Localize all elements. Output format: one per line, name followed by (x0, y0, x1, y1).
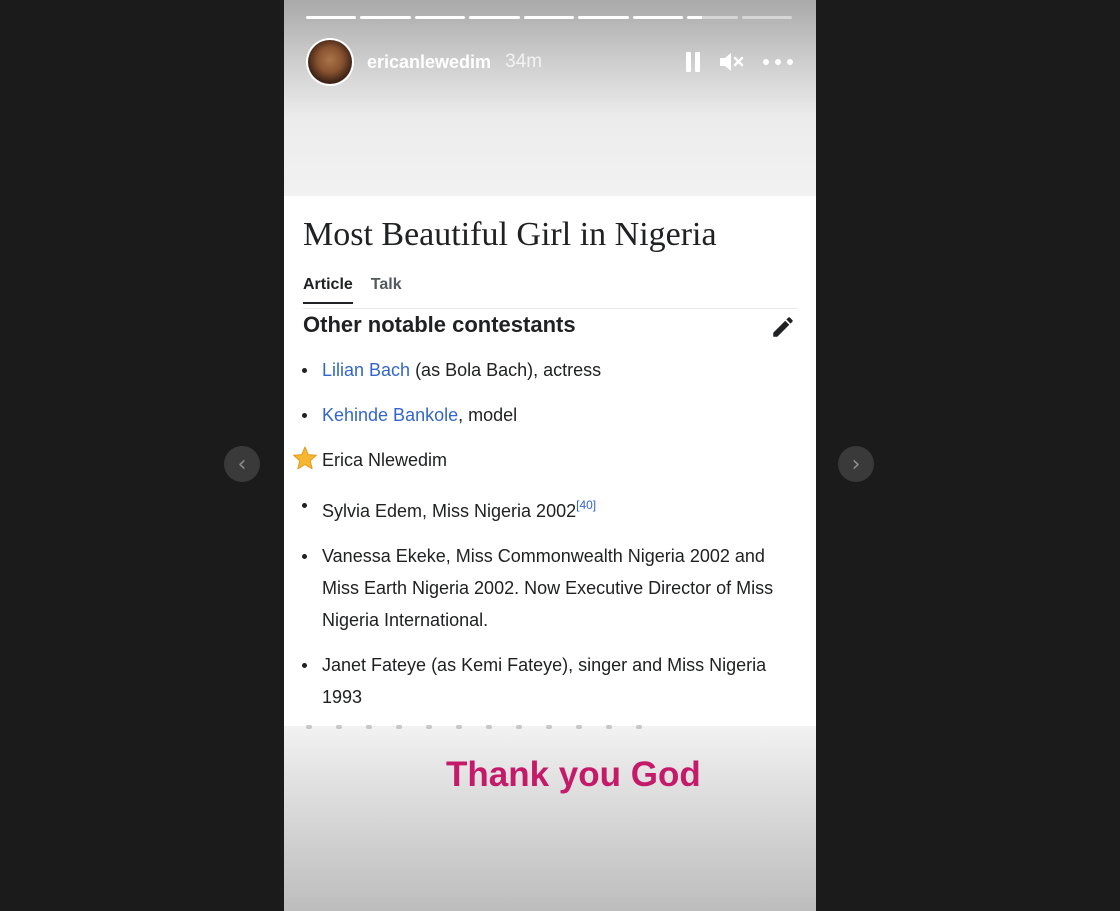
story-caption: Thank you God (446, 755, 701, 794)
progress-segment (578, 16, 629, 19)
username[interactable]: ericanlewedim (367, 52, 491, 73)
list-item: Lilian Bach (as Bola Bach), actress (302, 354, 786, 386)
progress-segment (632, 16, 684, 19)
progress-segment (741, 16, 792, 19)
pencil-icon[interactable] (770, 314, 796, 340)
post-time: 34m (505, 51, 543, 72)
item-text: , model (458, 405, 518, 425)
link-kehinde-bankole[interactable]: Kehinde Bankole (322, 405, 458, 425)
list-item: Vanessa Ekeke, Miss Commonwealth Nigeria… (302, 540, 786, 636)
list-item: Kehinde Bankole, model (302, 399, 786, 431)
list-item: Sylvia Edem, Miss Nigeria 2002[40] (302, 489, 786, 527)
bullet (302, 554, 307, 559)
previous-story-button[interactable]: ‹ (224, 446, 260, 482)
star-icon (293, 446, 317, 470)
list-item: Erica Nlewedim (293, 444, 786, 476)
bottom-gradient (284, 726, 816, 911)
list-item: Janet Fateye (as Kemi Fateye), singer an… (302, 649, 786, 713)
item-text: Vanessa Ekeke, Miss Commonwealth Nigeria… (322, 546, 774, 630)
tab-talk[interactable]: Talk (371, 276, 402, 304)
page-title: Most Beautiful Girl in Nigeria (303, 216, 717, 253)
section-heading: Other notable contestants (303, 312, 576, 337)
bullet (302, 503, 307, 508)
avatar[interactable] (306, 38, 354, 86)
story-frame[interactable]: ericanlewedim 34m Most Beautiful Girl in… (284, 0, 816, 911)
progress-segment (414, 16, 466, 19)
pause-icon (686, 52, 700, 72)
progress-segment (523, 16, 575, 19)
progress-segment (360, 16, 411, 19)
blurred-text-strip (306, 720, 776, 734)
viewer-backdrop: ‹ › ericanlewedim 34m Most Beautiful Gir… (0, 0, 1120, 911)
progress-segment-current (687, 16, 738, 19)
page-tabs: Article Talk (303, 276, 402, 304)
item-text: Janet Fateye (as Kemi Fateye), singer an… (322, 655, 767, 707)
tab-article[interactable]: Article (303, 276, 353, 304)
item-text: Erica Nlewedim (322, 450, 448, 470)
wikipedia-screenshot: Most Beautiful Girl in Nigeria Article T… (284, 196, 816, 726)
contestants-list: Lilian Bach (as Bola Bach), actress Kehi… (293, 354, 786, 726)
story-progress-bar (306, 16, 792, 19)
speaker-muted-icon (720, 53, 744, 71)
bullet (302, 368, 307, 373)
link-lilian-bach[interactable]: Lilian Bach (322, 360, 410, 380)
chevron-left-icon: ‹ (237, 451, 247, 477)
more-options-icon (763, 59, 793, 65)
chevron-right-icon: › (851, 451, 861, 477)
progress-segment (306, 16, 357, 19)
pause-button[interactable] (684, 50, 702, 74)
divider (303, 308, 797, 309)
story-header: ericanlewedim 34m (306, 38, 794, 86)
item-text: (as Bola Bach), actress (410, 360, 602, 380)
more-options-button[interactable] (762, 50, 794, 74)
bullet (302, 663, 307, 668)
mute-button[interactable] (718, 50, 746, 74)
bullet (302, 413, 307, 418)
item-text: Sylvia Edem, Miss Nigeria 2002 (322, 501, 577, 521)
progress-segment (469, 16, 520, 19)
citation-link[interactable]: [40] (576, 498, 596, 512)
next-story-button[interactable]: › (838, 446, 874, 482)
